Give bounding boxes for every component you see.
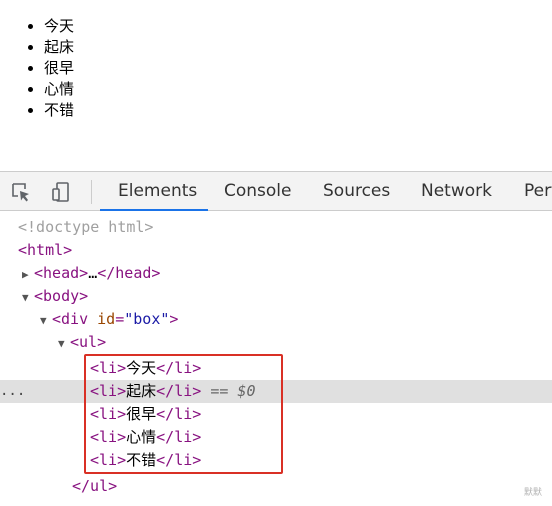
tab-sources[interactable]: Sources: [323, 172, 390, 211]
div-attr-name: id: [97, 310, 116, 328]
head-close-tag: </head>: [97, 264, 161, 282]
li-open-tag: <li>: [90, 428, 127, 446]
list-item: 不错: [44, 100, 552, 121]
li-text: 心情: [126, 428, 157, 446]
tab-performance[interactable]: Perf: [524, 172, 552, 211]
tab-network[interactable]: Network: [421, 172, 492, 211]
dom-node-body[interactable]: ▼ <body>: [0, 285, 552, 308]
collapse-arrow-icon[interactable]: ▼: [58, 332, 70, 355]
rendered-list: 今天 起床 很早 心情 不错: [0, 16, 552, 121]
head-ellipsis: …: [88, 264, 98, 282]
dom-node-doctype[interactable]: <!doctype html>: [0, 216, 552, 239]
dom-node-div-box[interactable]: ▼ <div id="box">: [0, 308, 552, 331]
dom-tree: <!doctype html> <html> ▶ <head>…</head> ▼…: [0, 211, 552, 506]
dom-node-html[interactable]: <html>: [0, 239, 552, 262]
dom-node-li[interactable]: <li>今天</li>: [0, 357, 552, 380]
html-open-tag: <html>: [18, 241, 73, 259]
body-open-tag: <body>: [34, 287, 89, 305]
device-toolbar-icon[interactable]: [50, 181, 72, 203]
devtools-panel: Elements Console Sources Network Perf <!…: [0, 171, 552, 506]
dom-node-li[interactable]: <li>很早</li>: [0, 403, 552, 426]
ul-open-tag: <ul>: [70, 333, 107, 351]
div-attr-value: "box": [124, 310, 170, 328]
list-item: 心情: [44, 79, 552, 100]
list-item: 今天: [44, 16, 552, 37]
inspect-element-icon[interactable]: [10, 181, 32, 203]
ul-close-tag: </ul>: [72, 477, 118, 495]
div-open-start: <div: [52, 310, 98, 328]
selected-marker: == $0: [210, 382, 256, 400]
li-text: 起床: [126, 382, 157, 400]
list-item: 起床: [44, 37, 552, 58]
collapse-arrow-icon[interactable]: ▼: [40, 309, 52, 332]
li-text: 今天: [126, 359, 157, 377]
li-text: 很早: [126, 405, 157, 423]
li-close-tag: </li>: [156, 428, 202, 446]
li-open-tag: <li>: [90, 451, 127, 469]
doctype-text: <!doctype html>: [18, 218, 154, 236]
devtools-toolbar: Elements Console Sources Network Perf: [0, 171, 552, 211]
rendered-page: 今天 起床 很早 心情 不错: [0, 16, 552, 121]
dom-node-li[interactable]: <li>不错</li>: [0, 449, 552, 472]
li-open-tag: <li>: [90, 405, 127, 423]
toolbar-separator: [91, 180, 92, 204]
tab-elements[interactable]: Elements: [118, 172, 197, 211]
tab-console[interactable]: Console: [224, 172, 292, 211]
dom-node-ul-close[interactable]: </ul>: [0, 475, 552, 498]
watermark: 默默: [523, 488, 542, 498]
head-open-tag: <head>: [34, 264, 89, 282]
li-open-tag: <li>: [90, 382, 127, 400]
list-item: 很早: [44, 58, 552, 79]
expand-arrow-icon[interactable]: ▶: [22, 263, 34, 286]
div-attr-eq: =: [115, 310, 125, 328]
dom-node-ul[interactable]: ▼ <ul>: [0, 331, 552, 354]
dom-node-head[interactable]: ▶ <head>…</head>: [0, 262, 552, 285]
dom-node-li-selected[interactable]: ... <li>起床</li> == $0: [0, 380, 552, 403]
div-open-end: >: [169, 310, 179, 328]
row-dots[interactable]: ...: [0, 380, 25, 403]
li-text: 不错: [126, 451, 157, 469]
li-close-tag: </li>: [156, 405, 202, 423]
li-close-tag: </li>: [156, 451, 202, 469]
li-close-tag: </li>: [156, 359, 202, 377]
li-close-tag: </li>: [156, 382, 202, 400]
page: 今天 起床 很早 心情 不错 Elements Console Sources …: [0, 0, 552, 506]
li-open-tag: <li>: [90, 359, 127, 377]
dom-node-li[interactable]: <li>心情</li>: [0, 426, 552, 449]
collapse-arrow-icon[interactable]: ▼: [22, 286, 34, 309]
